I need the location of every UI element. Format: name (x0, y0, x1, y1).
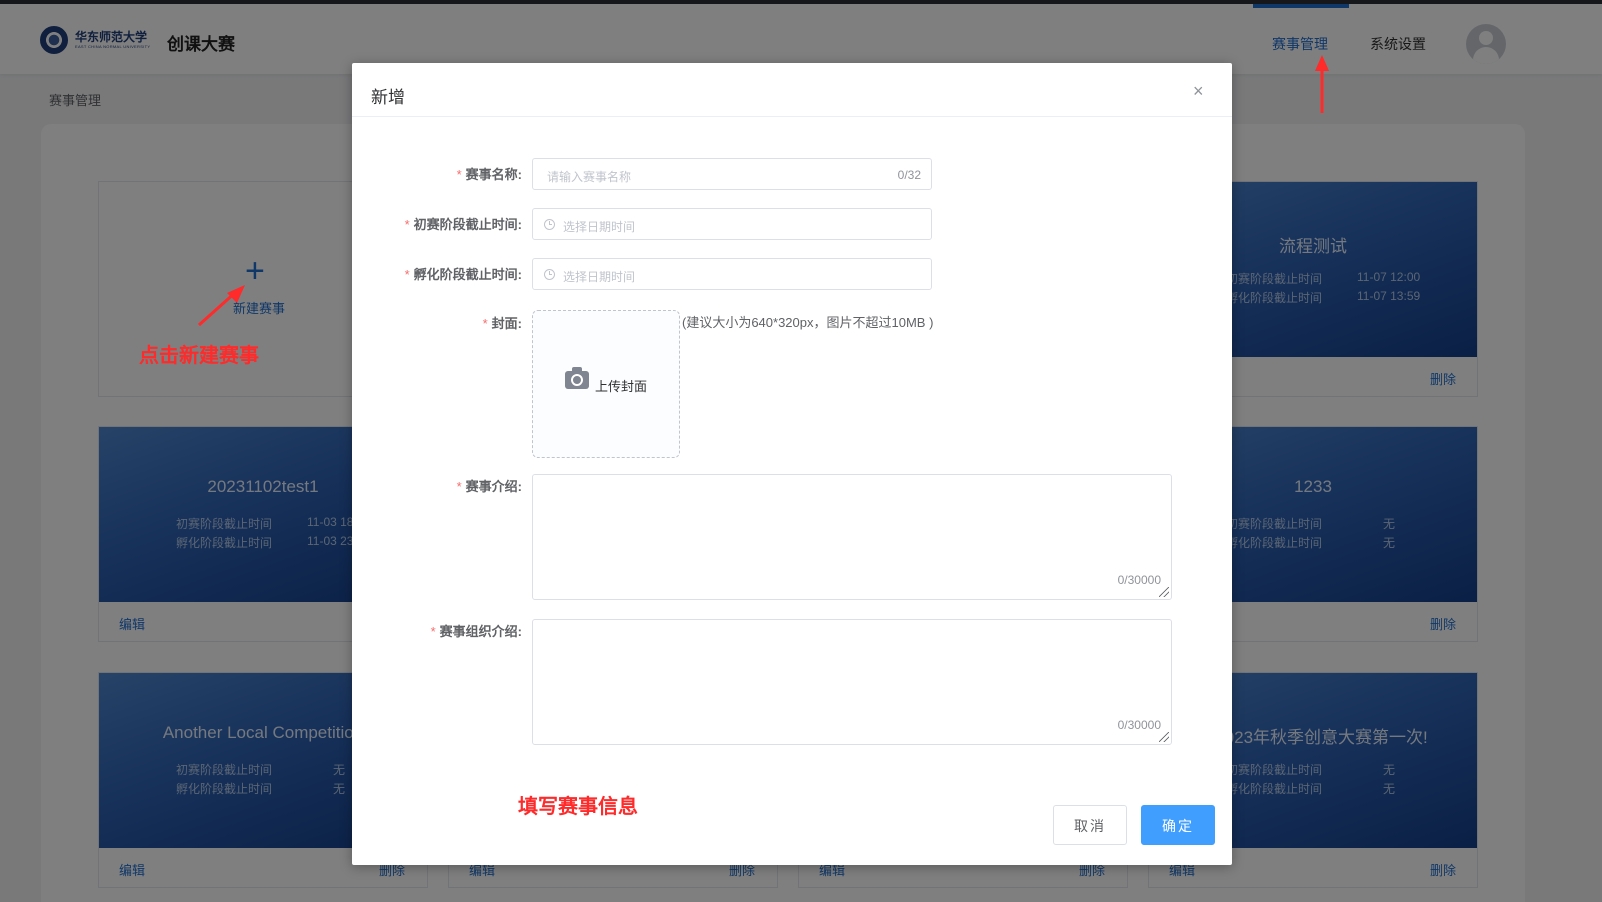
annotation-arrow-nav (1315, 55, 1329, 113)
upload-cover-text: 上传封面 (595, 379, 648, 394)
input-placeholder: 选择日期时间 (563, 220, 636, 234)
cover-size-hint: (建议大小为640*320px，图片不超过10MB ) (682, 315, 934, 330)
organizer-intro-textarea[interactable]: 0/30000 (532, 619, 1172, 745)
cancel-button[interactable]: 取消 (1053, 805, 1127, 845)
required-mark: * (404, 217, 410, 232)
camera-icon (565, 367, 589, 389)
prelim-deadline-picker[interactable]: 选择日期时间 (532, 208, 932, 240)
resize-handle-icon[interactable] (1159, 587, 1169, 597)
dialog-title: 新增 (371, 88, 405, 107)
field-label-text: 初赛阶段截止时间: (413, 217, 522, 232)
required-mark: * (482, 316, 488, 331)
clock-icon (544, 219, 555, 230)
required-mark: * (456, 479, 462, 494)
add-competition-dialog: 新增 × * 赛事名称: 请输入赛事名称 0/32 * 初赛阶段截止时间: 选择日期… (352, 63, 1232, 865)
annotation-arrow-head (1315, 55, 1329, 71)
field-label-text: 赛事介绍: (465, 479, 522, 494)
char-counter: 0/30000 (1117, 718, 1161, 732)
field-label-name: * 赛事名称: (322, 164, 522, 183)
cover-upload-area[interactable]: 上传封面 (532, 310, 680, 458)
input-placeholder: 请输入赛事名称 (547, 170, 632, 184)
field-label-org-intro: * 赛事组织介绍: (322, 621, 522, 640)
annotation-fill-info: 填写赛事信息 (518, 796, 638, 818)
annotation-arrow-new (197, 285, 245, 327)
field-label-cover: * 封面: (322, 313, 522, 332)
char-counter: 0/32 (897, 168, 921, 182)
dialog-header: 新增 × (352, 63, 1232, 117)
field-label-text: 封面: (491, 316, 522, 331)
input-placeholder: 选择日期时间 (563, 270, 636, 284)
annotation-click-new: 点击新建赛事 (139, 345, 259, 367)
required-mark: * (404, 267, 410, 282)
competition-name-input[interactable]: 请输入赛事名称 0/32 (532, 158, 932, 190)
field-label-text: 孵化阶段截止时间: (413, 267, 522, 282)
field-label-text: 赛事组织介绍: (439, 624, 522, 639)
field-label-text: 赛事名称: (465, 167, 522, 182)
competition-intro-textarea[interactable]: 0/30000 (532, 474, 1172, 600)
field-label-prelim-deadline: * 初赛阶段截止时间: (322, 214, 522, 233)
resize-handle-icon[interactable] (1159, 732, 1169, 742)
field-label-intro: * 赛事介绍: (322, 476, 522, 495)
required-mark: * (430, 624, 436, 639)
close-icon[interactable]: × (1193, 82, 1204, 100)
field-label-incubation-deadline: * 孵化阶段截止时间: (322, 264, 522, 283)
annotation-arrow-head (227, 285, 245, 303)
required-mark: * (456, 167, 462, 182)
confirm-button[interactable]: 确定 (1141, 805, 1215, 845)
char-counter: 0/30000 (1117, 573, 1161, 587)
clock-icon (544, 269, 555, 280)
incubation-deadline-picker[interactable]: 选择日期时间 (532, 258, 932, 290)
